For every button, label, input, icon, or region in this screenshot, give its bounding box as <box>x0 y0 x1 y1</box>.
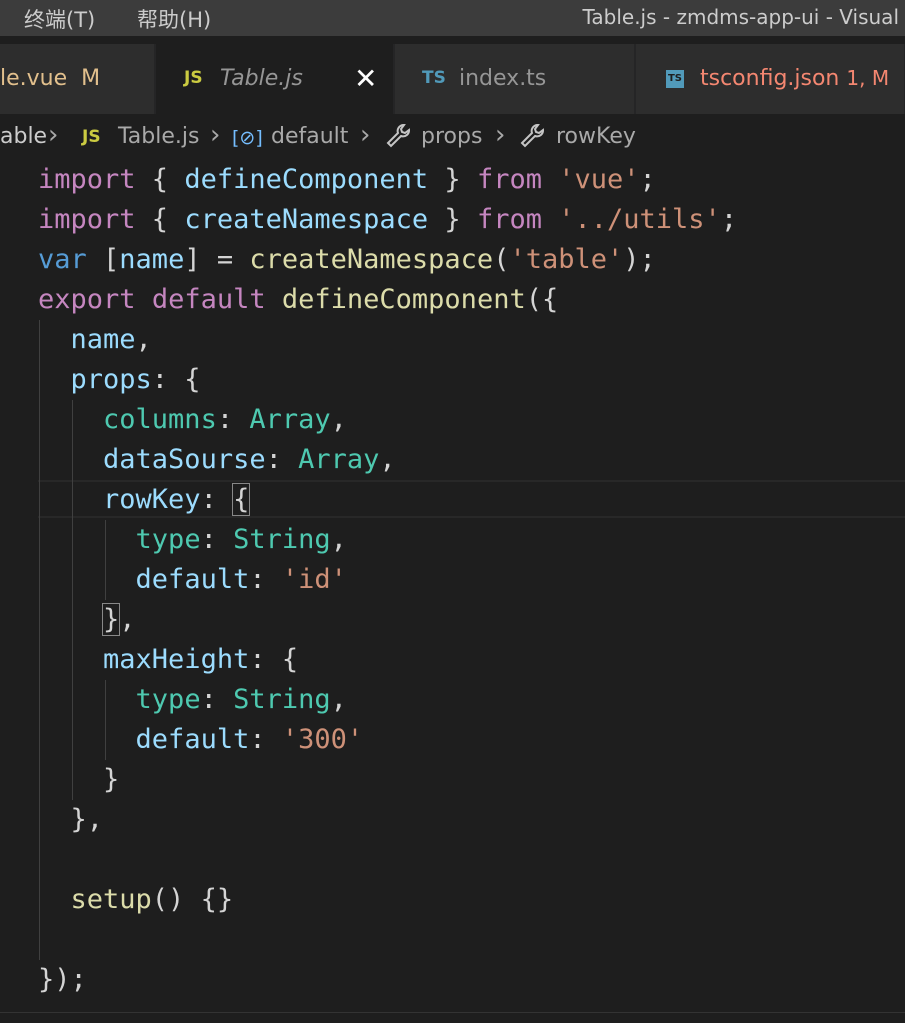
code-line: default: 'id' <box>135 564 347 595</box>
code-line: rowKey: { <box>103 483 251 516</box>
menu-bar: 终端(T) 帮助(H) Table.js - zmdms-app-ui - Vi… <box>0 0 905 36</box>
code-line: type: String, <box>135 524 347 555</box>
code-line: setup() {} <box>70 884 234 915</box>
tab-tsconfig-json[interactable]: TS tsconfig.json 1, M <box>636 44 905 114</box>
wrench-icon <box>384 122 414 156</box>
code-line: columns: Array, <box>103 404 347 435</box>
breadcrumb-symbol-rowkey[interactable]: rowKey <box>556 124 636 149</box>
tab-label: le.vue M <box>0 66 101 91</box>
javascript-file-icon: JS <box>184 68 203 88</box>
tsconfig-file-icon: TS <box>666 70 684 88</box>
tab-label: tsconfig.json 1, M <box>700 66 890 91</box>
tab-index-ts[interactable]: TS index.ts <box>395 44 635 114</box>
tab-bar: le.vue M JS Table.js ✕ TS index.ts TS ts… <box>0 44 905 114</box>
wrench-icon <box>518 122 548 156</box>
javascript-file-icon: JS <box>82 127 101 147</box>
breadcrumb-symbol-props[interactable]: props <box>421 124 482 149</box>
code-line: import { createNamespace } from '../util… <box>38 204 738 235</box>
close-icon[interactable]: ✕ <box>354 62 377 95</box>
breadcrumb: able › JS Table.js › [⊘] default › props… <box>0 114 905 160</box>
breadcrumb-folder[interactable]: able <box>0 124 47 149</box>
code-line: } <box>38 764 120 795</box>
tab-table-vue[interactable]: le.vue M <box>0 44 155 114</box>
code-editor[interactable]: import { defineComponent } from 'vue'; i… <box>0 160 905 1012</box>
code-line: }); <box>38 964 87 995</box>
code-line: maxHeight: { <box>103 644 299 675</box>
code-line: props: { <box>70 364 201 395</box>
problem-badge: 1, M <box>846 66 890 90</box>
code-line: }, <box>102 603 136 636</box>
menu-terminal[interactable]: 终端(T) <box>24 4 95 34</box>
code-line: type: String, <box>135 684 347 715</box>
window-title: Table.js - zmdms-app-ui - Visual <box>582 5 899 29</box>
code-line: }, <box>38 804 104 835</box>
chevron-right-icon: › <box>360 120 371 150</box>
chevron-right-icon: › <box>495 120 506 150</box>
tab-table-js[interactable]: JS Table.js ✕ <box>156 44 394 114</box>
modified-badge: M <box>81 66 101 91</box>
tab-label: index.ts <box>459 66 547 91</box>
chevron-right-icon: › <box>48 120 59 150</box>
code-line: default: '300' <box>135 724 364 755</box>
menu-help[interactable]: 帮助(H) <box>137 4 211 34</box>
breadcrumb-file[interactable]: Table.js <box>118 124 199 149</box>
chevron-right-icon: › <box>210 120 221 150</box>
tab-label: Table.js <box>220 66 303 91</box>
code-line: export default defineComponent({ <box>38 284 559 315</box>
code-line: name, <box>70 324 152 355</box>
editor-bottom-edge <box>0 1012 905 1023</box>
symbol-variable-icon: [⊘] <box>232 127 263 149</box>
code-line: import { defineComponent } from 'vue'; <box>38 164 656 195</box>
code-line: dataSourse: Array, <box>103 444 396 475</box>
breadcrumb-symbol-default[interactable]: default <box>271 124 348 149</box>
code-line: var [name] = createNamespace('table'); <box>38 244 656 275</box>
typescript-file-icon: TS <box>422 68 446 88</box>
